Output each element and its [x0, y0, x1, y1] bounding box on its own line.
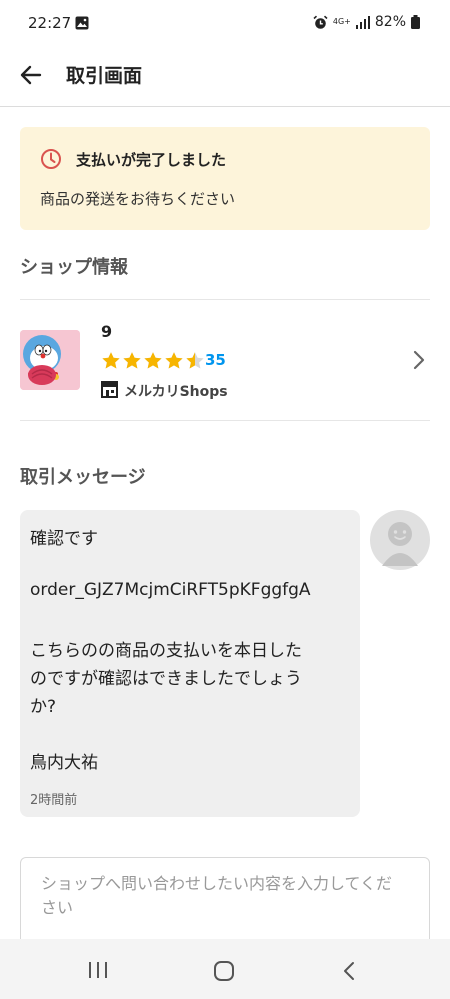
message-timestamp: 2時間前: [30, 793, 78, 808]
chevron-right-icon: [413, 350, 425, 370]
network-type: 4G+: [332, 17, 351, 26]
shop-info-title: ショップ情報: [20, 257, 128, 278]
message-line: 鳥内大祐: [30, 753, 98, 773]
shop-store-icon: [101, 381, 118, 398]
recent-apps-icon[interactable]: [86, 960, 110, 980]
alarm-icon: [313, 15, 328, 29]
payment-complete-notice: 支払いが完了しました 商品の発送をお待ちください: [20, 127, 430, 230]
star-full-icon: [123, 352, 141, 369]
user-avatar[interactable]: [370, 510, 430, 570]
divider: [20, 299, 430, 300]
battery-icon: [411, 15, 420, 29]
message-line: こちらのの商品の支払いを本日した: [30, 641, 302, 661]
back-icon[interactable]: [339, 959, 359, 983]
rating-count: 35: [205, 351, 226, 369]
status-bar: 22:27 4G+ 82%: [0, 0, 450, 48]
shop-name: 9: [101, 322, 113, 341]
app-header: 取引画面: [0, 48, 450, 107]
star-full-icon: [102, 352, 120, 369]
gallery-notification-icon: [75, 16, 89, 30]
status-time: 22:27: [28, 14, 72, 32]
messages-title: 取引メッセージ: [20, 467, 146, 488]
inquiry-placeholder: ショップへ問い合わせしたい内容を入力してくだ さい: [41, 872, 411, 920]
page-title: 取引画面: [66, 65, 143, 87]
system-nav-bar: [0, 939, 450, 999]
placeholder-line: ショップへ問い合わせしたい内容を入力してくだ: [41, 874, 393, 893]
status-icons: 4G+ 82%: [313, 14, 420, 30]
notice-text: 商品の発送をお待ちください: [40, 190, 236, 208]
message-line: か?: [30, 697, 57, 717]
message-line: 確認です: [30, 529, 98, 549]
message-line: order_GJZ7McjmCiRFT5pKFggfgA: [30, 580, 311, 600]
battery-percent: 82%: [374, 14, 406, 30]
clock-icon: [41, 149, 61, 169]
home-icon[interactable]: [212, 959, 236, 983]
shops-label: メルカリShops: [124, 384, 228, 400]
star-full-icon: [144, 352, 162, 369]
divider: [20, 420, 430, 421]
message-line: のですが確認はできましたでしょう: [30, 669, 302, 689]
rating-stars: [101, 351, 205, 371]
placeholder-line: さい: [41, 898, 74, 917]
message-bubble: 確認です order_GJZ7McjmCiRFT5pKFggfgA こちらのの商…: [20, 510, 360, 817]
back-arrow-icon[interactable]: [16, 60, 46, 90]
shop-info-row[interactable]: 9 35 メルカリShops: [0, 301, 450, 420]
star-full-icon: [165, 352, 183, 369]
signal-icon: [355, 15, 370, 29]
notice-title: 支払いが完了しました: [76, 151, 227, 169]
star-half-icon: [186, 352, 204, 369]
shop-avatar: [20, 330, 80, 390]
